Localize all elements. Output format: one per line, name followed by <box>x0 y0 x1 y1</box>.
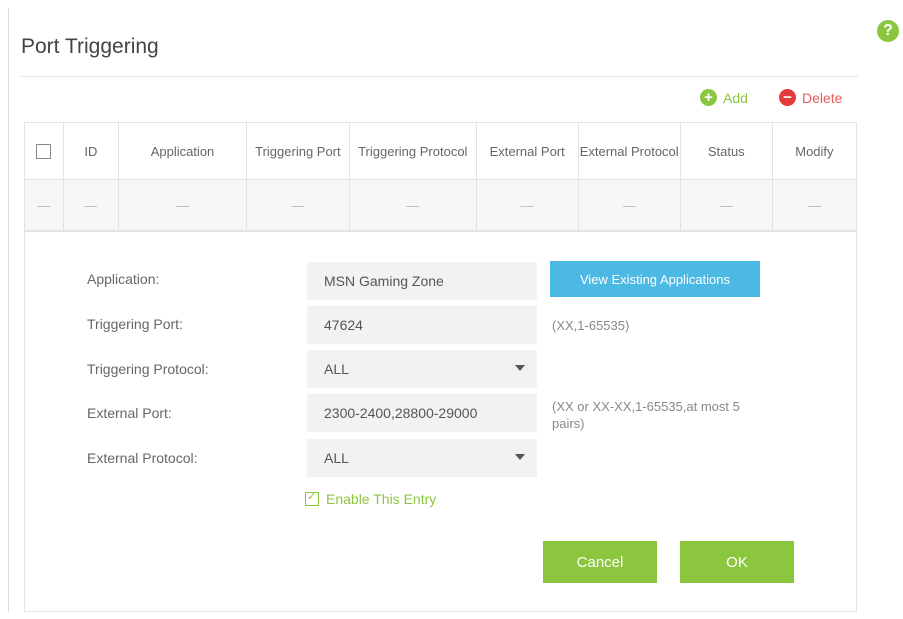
table-cell: — <box>477 180 579 230</box>
chevron-down-icon <box>515 365 525 371</box>
help-icon[interactable]: ? <box>877 20 899 42</box>
application-label: Application: <box>87 271 160 287</box>
table-cell: — <box>64 180 120 230</box>
application-input[interactable]: MSN Gaming Zone <box>307 262 537 300</box>
triggering-port-label: Triggering Port: <box>87 316 183 332</box>
table-cell: — <box>119 180 247 230</box>
select-all-cell <box>25 123 64 179</box>
add-icon: + <box>700 89 717 106</box>
page-title: Port Triggering <box>21 35 159 58</box>
cancel-button[interactable]: Cancel <box>543 541 657 583</box>
table-row: — — — — — — — — — <box>25 180 856 231</box>
external-port-label: External Port: <box>87 405 172 421</box>
enable-entry-label: Enable This Entry <box>326 491 437 507</box>
view-existing-applications-button[interactable]: View Existing Applications <box>550 261 760 297</box>
column-header-modify: Modify <box>795 143 834 159</box>
triggering-protocol-select[interactable]: ALL <box>307 350 537 388</box>
add-button[interactable]: + Add <box>700 89 748 106</box>
triggering-protocol-label: Triggering Protocol: <box>87 361 209 377</box>
title-divider <box>21 76 858 77</box>
delete-label: Delete <box>802 89 843 106</box>
external-protocol-label: External Protocol: <box>87 450 198 466</box>
chevron-down-icon <box>515 454 525 460</box>
table-cell: — <box>579 180 681 230</box>
column-header-triggering-protocol: Triggering Protocol <box>350 123 477 179</box>
delete-icon: − <box>779 89 796 106</box>
select-all-checkbox[interactable] <box>36 143 52 159</box>
delete-button[interactable]: − Delete <box>779 89 842 106</box>
table-cell: — <box>807 197 821 213</box>
enable-entry-checkbox[interactable]: Enable This Entry <box>305 490 437 507</box>
table-cell: — <box>247 180 350 230</box>
table-cell: — <box>681 180 773 230</box>
triggering-port-hint: (XX,1-65535) <box>552 318 630 333</box>
column-header-id: ID <box>64 123 120 179</box>
ok-button[interactable]: OK <box>680 541 794 583</box>
column-header-external-port: External Port <box>477 123 579 179</box>
column-header-application: Application <box>119 123 247 179</box>
triggering-protocol-value: ALL <box>324 361 349 377</box>
external-protocol-value: ALL <box>324 450 349 466</box>
checkbox-icon <box>305 490 319 506</box>
port-triggering-table: ID Application Triggering Port Triggerin… <box>24 122 857 232</box>
add-label: Add <box>723 89 748 106</box>
triggering-port-input[interactable]: 47624 <box>307 306 537 344</box>
table-cell: — <box>25 180 64 230</box>
column-header-status: Status <box>681 123 773 179</box>
external-port-hint: (XX or XX-XX,1-65535,at most 5 pairs) <box>552 399 740 431</box>
column-header-external-protocol: External Protocol <box>579 123 681 179</box>
column-header-triggering-port: Triggering Port <box>247 123 350 179</box>
table-header-row: ID Application Triggering Port Triggerin… <box>25 123 856 180</box>
external-protocol-select[interactable]: ALL <box>307 439 537 477</box>
table-cell: — <box>350 180 477 230</box>
external-port-input[interactable]: 2300-2400,28800-29000 <box>307 394 537 432</box>
